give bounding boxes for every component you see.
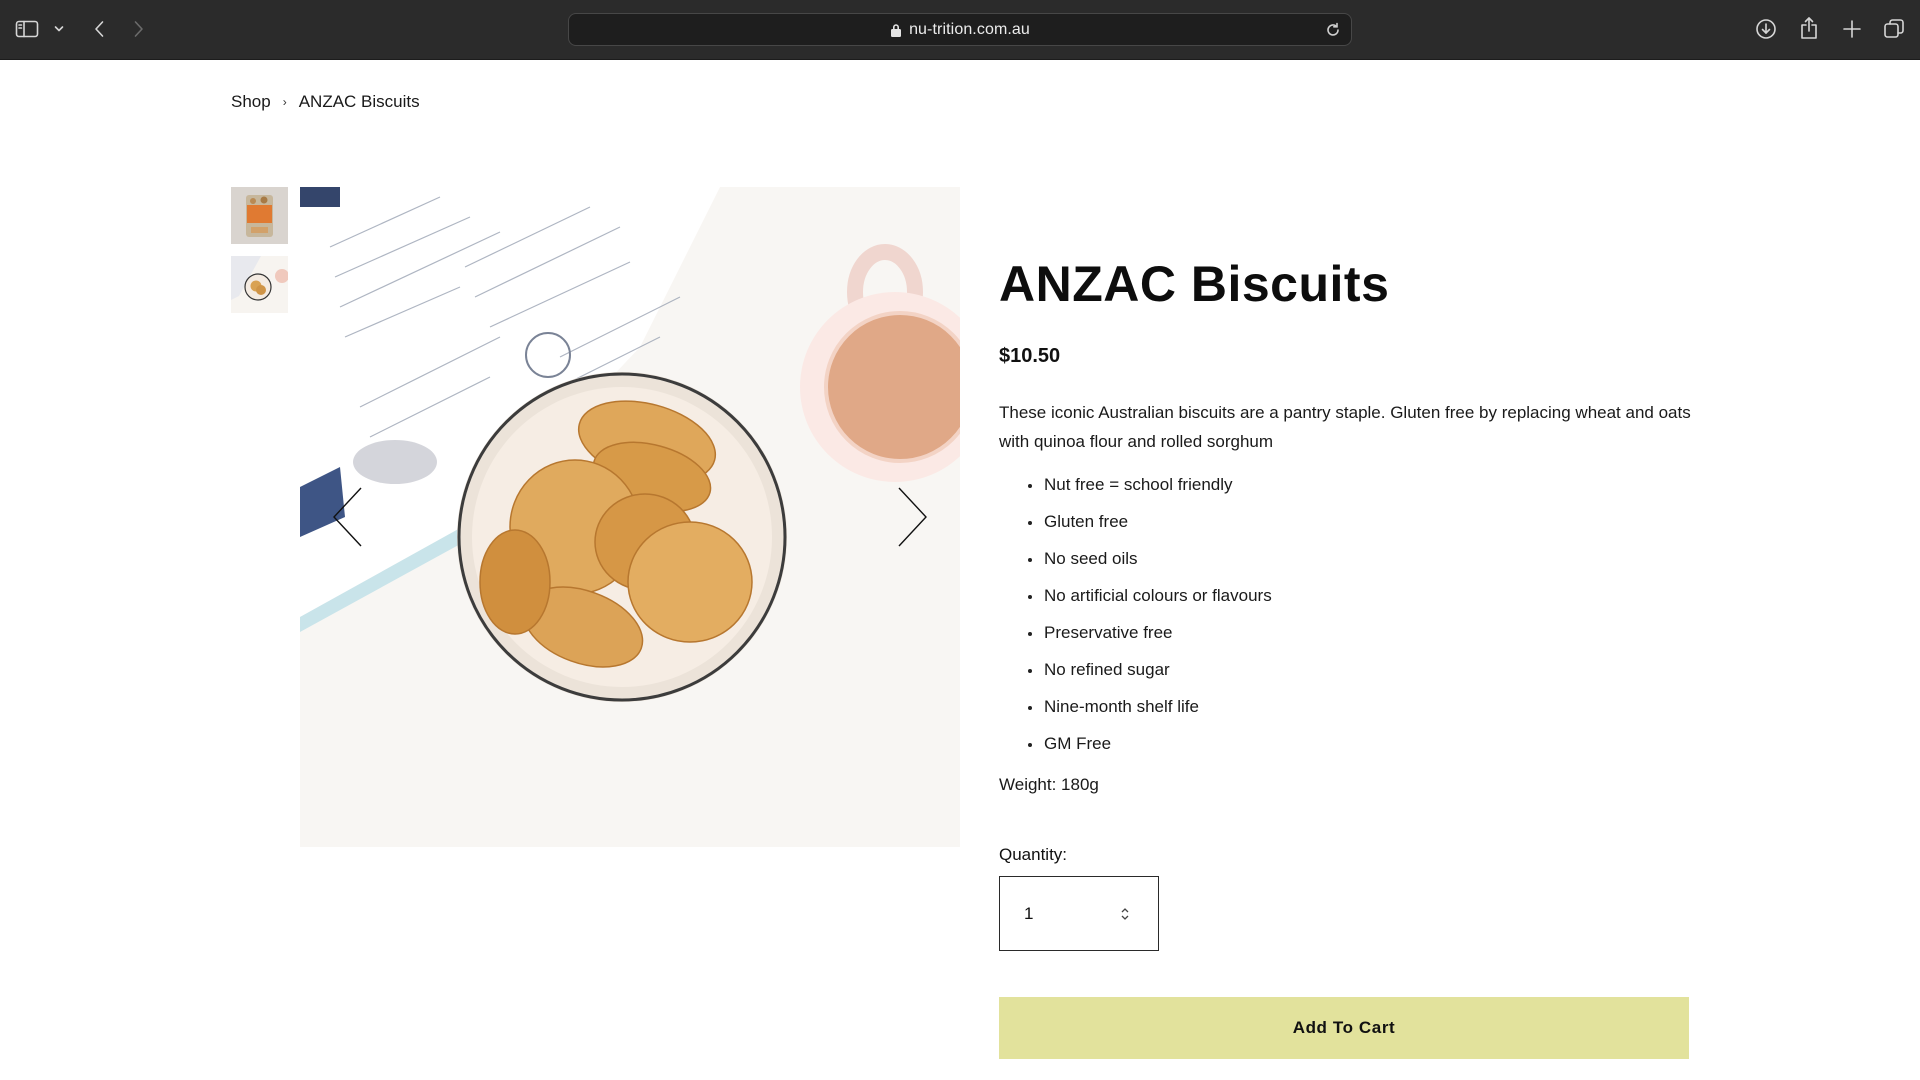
tabs-overview-icon[interactable] (1881, 16, 1907, 42)
address-bar[interactable]: nu-trition.com.au (568, 13, 1352, 46)
quantity-stepper-icon[interactable] (1120, 906, 1130, 922)
feature-item: Gluten free (1028, 509, 1272, 546)
product-main-image (300, 187, 960, 847)
breadcrumb: Shop › ANZAC Biscuits (231, 92, 420, 112)
feature-item: Nine-month shelf life (1028, 694, 1272, 731)
feature-list: Nut free = school friendly Gluten free N… (1028, 472, 1272, 768)
product-description: These iconic Australian biscuits are a p… (999, 403, 1691, 451)
product-weight: Weight: 180g (999, 775, 1099, 794)
feature-item: No seed oils (1028, 546, 1272, 583)
breadcrumb-current: ANZAC Biscuits (298, 92, 420, 111)
quantity-input[interactable]: 1 (999, 876, 1159, 951)
chevron-down-icon[interactable] (52, 22, 66, 36)
quantity-value: 1 (1024, 903, 1034, 923)
feature-item: No refined sugar (1028, 657, 1272, 694)
back-icon[interactable] (88, 17, 110, 41)
plus-icon[interactable] (1839, 16, 1865, 42)
product-packet-thumbnail[interactable] (231, 187, 288, 244)
feature-item: Nut free = school friendly (1028, 472, 1272, 509)
feature-item: No artificial colours or flavours (1028, 583, 1272, 620)
share-icon[interactable] (1796, 14, 1822, 42)
chevron-left-icon[interactable] (328, 482, 368, 552)
breadcrumb-shop-link[interactable]: Shop (231, 92, 271, 112)
sidebar-icon[interactable] (14, 18, 40, 40)
forward-icon[interactable] (128, 17, 150, 41)
download-icon[interactable] (1753, 16, 1779, 42)
feature-item: Preservative free (1028, 620, 1272, 657)
quantity-label: Quantity: (999, 845, 1068, 864)
url-text: nu-trition.com.au (909, 20, 1030, 38)
reload-icon[interactable] (1325, 22, 1341, 38)
browser-toolbar: nu-trition.com.au (0, 0, 1920, 60)
biscuit-bowl-thumbnail[interactable] (231, 256, 288, 313)
chevron-right-icon[interactable] (892, 482, 932, 552)
feature-item: GM Free (1028, 731, 1272, 768)
breadcrumb-separator: › (282, 95, 287, 109)
add-to-cart-button[interactable]: Add To Cart (999, 997, 1689, 1059)
product-title: ANZAC Biscuits (999, 256, 1390, 312)
lock-icon (890, 23, 902, 37)
product-price: $10.50 (999, 345, 1061, 367)
